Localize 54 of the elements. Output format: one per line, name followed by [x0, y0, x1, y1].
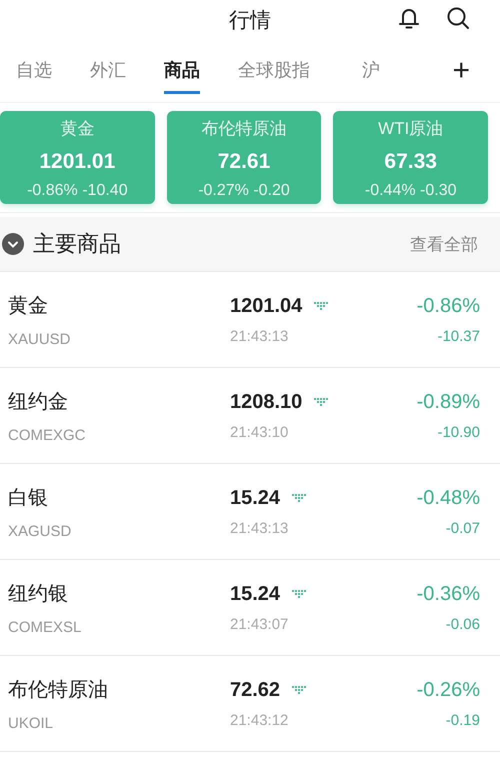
card-name: WTI原油 — [377, 118, 444, 140]
percent-change: -0.86% — [416, 294, 480, 318]
commodity-code: XAUUSD — [8, 330, 72, 348]
commodity-code: COMEXSL — [8, 618, 82, 636]
commodity-name: 布伦特原油 — [8, 678, 109, 702]
price-change: -0.07 — [444, 520, 480, 536]
section-title: 主要商品 — [33, 230, 121, 258]
card-name: 黄金 — [59, 118, 96, 140]
card-change: -0.44% -0.30 — [364, 182, 458, 200]
quote-card[interactable]: 布伦特原油 72.61 -0.27% -0.20 — [166, 111, 322, 204]
price: 1201.04 — [230, 294, 302, 318]
tab[interactable]: 自选 — [16, 48, 52, 94]
commodity-name: 黄金 — [8, 294, 49, 318]
quote-card[interactable]: WTI原油 67.33 -0.44% -0.30 — [333, 111, 488, 204]
page-title: 行情 — [229, 8, 271, 34]
price: 15.24 — [230, 582, 280, 606]
tab[interactable]: 商品 — [164, 48, 200, 94]
price-change: -10.37 — [436, 328, 480, 344]
timestamp: 21:43:10 — [230, 424, 290, 440]
commodity-code: XAGUSD — [8, 522, 72, 540]
percent-change: -0.48% — [416, 486, 480, 510]
card-price: 72.61 — [216, 150, 272, 174]
timestamp: 21:43:07 — [230, 616, 290, 632]
price-change: -0.06 — [444, 616, 480, 632]
price-change: -0.19 — [444, 712, 480, 728]
price: 1208.10 — [230, 390, 302, 414]
price: 15.24 — [230, 486, 280, 510]
card-change: -0.27% -0.20 — [197, 182, 291, 200]
percent-change: -0.26% — [416, 678, 480, 702]
price-change: -10.90 — [436, 424, 480, 440]
collapse-icon[interactable] — [2, 233, 24, 255]
timestamp: 21:43:12 — [230, 712, 290, 728]
timestamp: 21:43:13 — [230, 328, 290, 344]
search-icon[interactable] — [446, 6, 470, 30]
card-price: 1201.01 — [38, 150, 116, 174]
tab[interactable]: 外汇 — [90, 48, 126, 94]
commodity-name: 纽约金 — [8, 390, 69, 414]
card-change: -0.86% -10.40 — [26, 182, 129, 200]
commodity-name: 纽约银 — [8, 582, 69, 606]
card-price: 67.33 — [383, 150, 438, 174]
commodity-code: UKOIL — [8, 714, 54, 732]
quote-card[interactable]: 黄金 1201.01 -0.86% -10.40 — [0, 111, 155, 204]
card-name: 布伦特原油 — [200, 118, 288, 140]
price: 72.62 — [230, 678, 280, 702]
bell-icon[interactable] — [398, 6, 420, 30]
tab[interactable]: 全球股指 — [238, 48, 310, 94]
percent-change: -0.89% — [416, 390, 480, 414]
view-all-link[interactable]: 查看全部 — [410, 232, 478, 256]
commodity-name: 白银 — [8, 486, 49, 510]
percent-change: -0.36% — [416, 582, 480, 606]
add-tab-button[interactable]: + — [452, 56, 470, 86]
tab[interactable]: 沪 — [362, 48, 380, 94]
commodity-code: COMEXGC — [8, 426, 87, 444]
timestamp: 21:43:13 — [230, 520, 290, 536]
